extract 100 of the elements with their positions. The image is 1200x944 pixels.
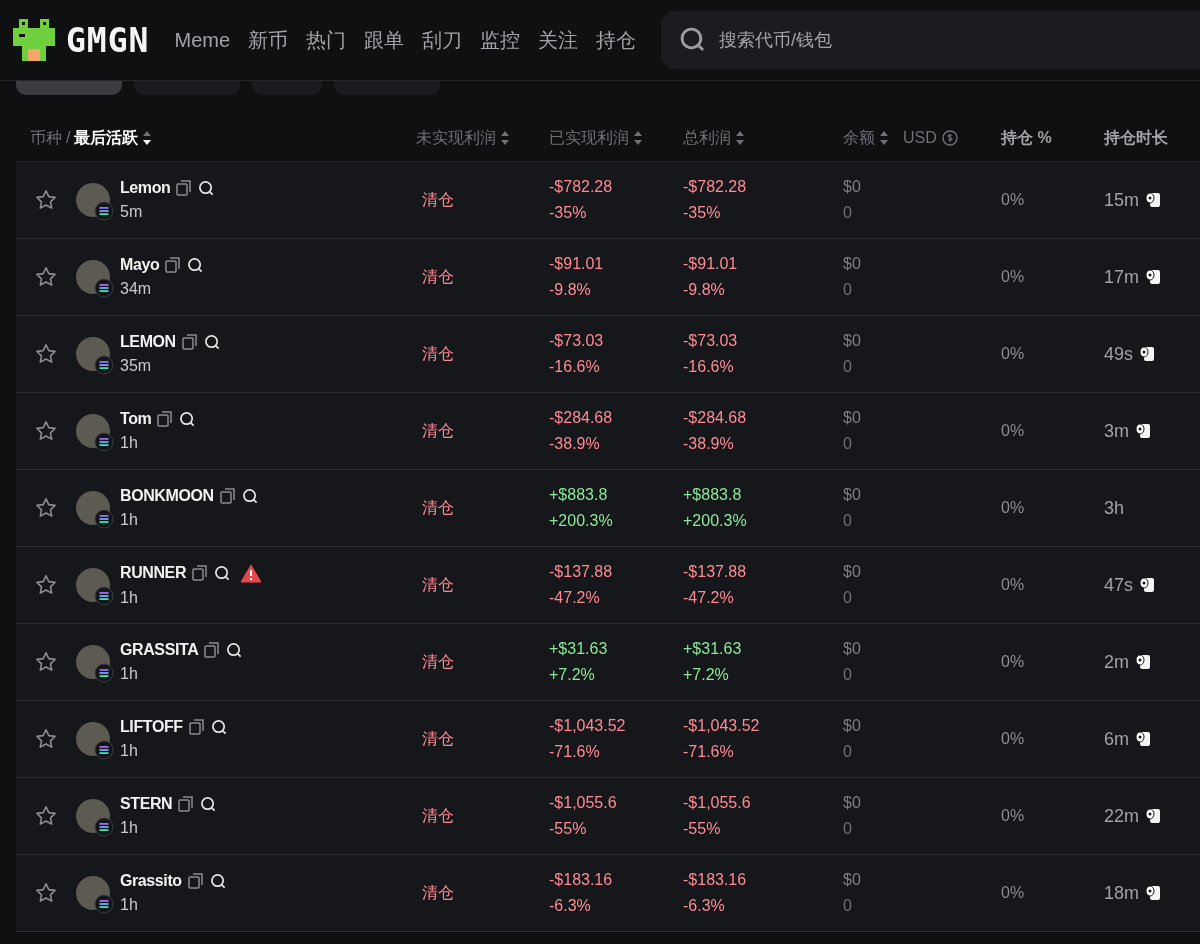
copy-icon[interactable]: [175, 179, 194, 197]
token-name[interactable]: GRASSITA: [120, 641, 199, 659]
paper-roll-icon: [1139, 577, 1156, 593]
copy-icon[interactable]: [156, 410, 175, 428]
profit-percent: -55%: [683, 820, 722, 838]
solana-badge-icon: [94, 817, 114, 837]
search-icon[interactable]: [187, 256, 205, 274]
balance-amount: 0: [843, 820, 853, 838]
token-age: 34m: [120, 280, 153, 298]
token-name[interactable]: STERN: [120, 795, 173, 813]
star-icon[interactable]: [34, 804, 58, 828]
star-icon[interactable]: [34, 496, 58, 520]
profit-percent: -55%: [549, 820, 588, 838]
table-row[interactable]: Tom 1h 清仓 -$284.68 -38.9% -$284.68 -38.9% $0 0 0% 3m: [16, 393, 1200, 470]
copy-icon[interactable]: [191, 564, 210, 582]
copy-icon[interactable]: [164, 256, 183, 274]
copy-icon[interactable]: [203, 641, 222, 659]
table-row[interactable]: GRASSITA 1h 清仓 +$31.63 +7.2% +$31.63 +7.2% $0 0 0% 2m: [16, 624, 1200, 701]
search-icon[interactable]: [226, 641, 244, 659]
table-row[interactable]: BONKMOON 1h 清仓 +$883.8 +200.3% +$883.8 +200.3% $0 0 0% 3h: [16, 470, 1200, 547]
search-icon[interactable]: [214, 564, 232, 582]
search-field[interactable]: 搜索代币/钱包: [661, 11, 1200, 69]
profit-percent: +7.2%: [683, 666, 730, 684]
token-name[interactable]: Grassito: [120, 872, 182, 890]
status-text: 清仓: [422, 575, 454, 593]
holding-duration: 2m: [1104, 651, 1129, 673]
table-row[interactable]: LEMON 35m 清仓 -$73.03 -16.6% -$73.03 -16.6% $0 0 0% 49s: [16, 316, 1200, 393]
token-name[interactable]: BONKMOON: [120, 487, 214, 505]
balance-amount: 0: [843, 589, 853, 607]
star-icon[interactable]: [34, 727, 58, 751]
profit-value: -$1,043.52: [549, 717, 627, 735]
paper-roll-icon: [1135, 731, 1151, 747]
nav-link[interactable]: 跟单: [364, 26, 405, 54]
search-icon[interactable]: [209, 872, 227, 890]
column-header[interactable]: 最后活跃: [74, 127, 139, 149]
balance-amount: 0: [843, 743, 853, 761]
nav-link[interactable]: 新币: [248, 26, 289, 54]
paper-roll-icon: [1135, 654, 1151, 670]
copy-icon[interactable]: [218, 487, 237, 505]
table-row[interactable]: Mayo 34m 清仓 -$91.01 -9.8% -$91.01 -9.8% $0 0 0% 17m: [16, 239, 1200, 316]
balance-amount: 0: [843, 666, 853, 684]
balance-value: $0: [843, 563, 862, 581]
nav-link[interactable]: 热门: [306, 26, 347, 54]
frog-logo-icon[interactable]: [10, 16, 58, 64]
star-icon[interactable]: [34, 342, 58, 366]
column-header[interactable]: 总利润: [683, 127, 731, 149]
nav-link[interactable]: 关注: [538, 26, 579, 54]
profit-value: -$183.16: [549, 871, 614, 889]
table-row[interactable]: STERN 1h 清仓 -$1,055.6 -55% -$1,055.6 -55% $0 0 0% 22m: [16, 778, 1200, 855]
token-name[interactable]: Mayo: [120, 256, 160, 274]
token-name[interactable]: LEMON: [120, 333, 176, 351]
token-name[interactable]: Tom: [120, 410, 152, 428]
profit-percent: +7.2%: [549, 666, 596, 684]
nav-link[interactable]: Meme: [174, 28, 231, 52]
dollar-coin-icon[interactable]: [940, 129, 959, 147]
column-header[interactable]: 未实现利润: [416, 127, 496, 149]
copy-icon[interactable]: [186, 872, 205, 890]
table-row[interactable]: LIFTOFF 1h 清仓 -$1,043.52 -71.6% -$1,043.52 -71.6% $0 0 0% 6m: [16, 701, 1200, 778]
copy-icon[interactable]: [180, 333, 199, 351]
column-header[interactable]: 余额: [843, 127, 875, 149]
search-icon[interactable]: [200, 795, 218, 813]
search-icon[interactable]: [198, 179, 216, 197]
star-icon[interactable]: [34, 188, 58, 212]
token-name[interactable]: RUNNER: [120, 564, 187, 582]
nav-link[interactable]: 持仓: [596, 26, 637, 54]
star-icon[interactable]: [34, 419, 58, 443]
star-icon[interactable]: [34, 881, 58, 905]
currency-label[interactable]: USD: [903, 129, 937, 147]
sort-icon[interactable]: [142, 130, 153, 146]
table-row[interactable]: Grassito 1h 清仓 -$183.16 -6.3% -$183.16 -6.3% $0 0 0% 18m: [16, 855, 1200, 932]
solana-badge-icon: [94, 894, 114, 914]
profit-percent: -6.3%: [683, 897, 726, 915]
nav-link[interactable]: 监控: [480, 26, 521, 54]
solana-badge-icon: [94, 509, 114, 529]
search-icon[interactable]: [210, 718, 228, 736]
star-icon[interactable]: [34, 650, 58, 674]
profit-percent: +200.3%: [683, 512, 748, 530]
profit-value: -$73.03: [549, 332, 605, 350]
table-row[interactable]: Lemon 5m 清仓 -$782.28 -35% -$782.28 -35% $0 0 0% 15m: [16, 162, 1200, 239]
token-name[interactable]: Lemon: [120, 179, 171, 197]
star-icon[interactable]: [34, 573, 58, 597]
star-icon[interactable]: [34, 265, 58, 289]
holding-duration: 18m: [1104, 882, 1139, 904]
token-age: 1h: [120, 896, 139, 914]
table-row[interactable]: RUNNER 1h 清仓 -$137.88 -47.2% -$137.88 -47.2% $0 0 0% 47s: [16, 547, 1200, 624]
search-icon[interactable]: [179, 410, 197, 428]
warning-icon: [240, 563, 263, 583]
token-name[interactable]: LIFTOFF: [120, 718, 183, 736]
solana-badge-icon: [94, 663, 114, 683]
search-icon[interactable]: [203, 333, 221, 351]
token-age: 1h: [120, 588, 139, 607]
copy-icon[interactable]: [177, 795, 196, 813]
profit-percent: +200.3%: [549, 512, 614, 530]
search-icon[interactable]: [241, 487, 259, 505]
holding-duration: 17m: [1104, 266, 1139, 288]
copy-icon[interactable]: [187, 718, 206, 736]
solana-badge-icon: [94, 432, 114, 452]
logo-text[interactable]: GMGN: [66, 20, 150, 60]
column-header[interactable]: 已实现利润: [549, 127, 629, 149]
nav-link[interactable]: 刮刀: [422, 26, 463, 54]
